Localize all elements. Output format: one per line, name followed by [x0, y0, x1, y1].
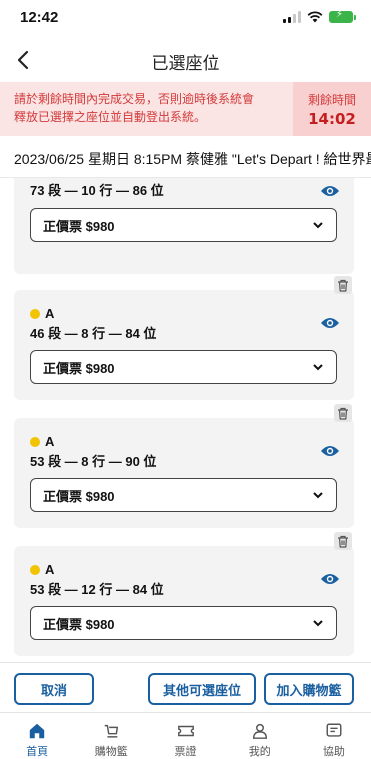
chevron-down-icon [313, 492, 323, 499]
trash-icon [338, 407, 348, 420]
chevron-down-icon [313, 364, 323, 371]
seat-zone: A [30, 562, 54, 577]
ticket-type-select[interactable]: 正價票 $980 [30, 208, 337, 242]
seat-list[interactable]: A 73 段 — 10 行 — 86 位 正價票 $980 A 46 段 — 8… [0, 178, 371, 660]
trash-icon [338, 535, 348, 548]
seat-location: 46 段 — 8 行 — 84 位 [30, 326, 157, 341]
signal-icon [283, 11, 301, 23]
tab-label: 協助 [322, 745, 345, 758]
trash-icon [338, 279, 348, 292]
seat-card: A 53 段 — 8 行 — 90 位 正價票 $980 [14, 404, 354, 528]
ticket-type-select[interactable]: 正價票 $980 [30, 478, 337, 512]
warning-line-2: 釋放已選擇之座位並自動登出系統。 [14, 110, 207, 124]
eye-icon[interactable] [320, 444, 340, 458]
warning-line-1: 請於剩餘時間內完成交易，否則逾時後系統會 [14, 92, 255, 106]
status-icons: ⚡ [283, 9, 356, 23]
seat-zone: A [30, 434, 54, 449]
countdown-timer: 剩餘時間 14:02 [293, 82, 371, 136]
zone-dot-icon [30, 564, 40, 575]
back-arrow-icon[interactable] [12, 48, 36, 72]
ticket-type-value: 正價票 $980 [43, 616, 115, 632]
ticket-type-value: 正價票 $980 [43, 488, 115, 504]
action-bar: 取消 其他可選座位 加入購物籃 [0, 662, 371, 712]
ticket-type-select[interactable]: 正價票 $980 [30, 350, 337, 384]
status-bar: 12:42 ⚡ [0, 0, 371, 34]
tab-tickets[interactable]: 票證 [148, 713, 222, 759]
seat-zone: A [30, 306, 54, 321]
eye-icon[interactable] [320, 184, 340, 198]
seat-location: 73 段 — 10 行 — 86 位 [30, 183, 164, 198]
seat-card: A 46 段 — 8 行 — 84 位 正價票 $980 [14, 276, 354, 400]
ticket-icon [177, 725, 194, 737]
wifi-icon [307, 11, 323, 23]
cancel-button[interactable]: 取消 [14, 673, 94, 705]
tab-profile[interactable]: 我的 [223, 713, 297, 759]
event-info: 2023/06/25 星期日 8:15PM 蔡健雅 "Let's Depart … [0, 136, 371, 178]
status-time: 12:42 [20, 8, 59, 26]
chevron-down-icon [313, 222, 323, 229]
zone-name: A [45, 562, 55, 577]
help-icon [326, 723, 342, 737]
timer-label: 剩餘時間 [307, 92, 356, 107]
chevron-down-icon [313, 620, 323, 627]
delete-seat-button[interactable] [334, 276, 352, 294]
zone-name: A [45, 434, 55, 449]
tab-home[interactable]: 首頁 [0, 713, 74, 759]
tab-label: 票證 [174, 745, 197, 758]
eye-icon[interactable] [320, 572, 340, 586]
cart-icon [104, 724, 119, 738]
battery-icon: ⚡ [329, 9, 356, 23]
tab-label: 購物籃 [94, 745, 128, 758]
timeout-warning-banner: 請於剩餘時間內完成交易，否則逾時後系統會 釋放已選擇之座位並自動登出系統。 剩餘… [0, 82, 371, 136]
timer-value: 14:02 [308, 109, 356, 128]
zone-dot-icon [30, 308, 40, 319]
seat-card: A 73 段 — 10 行 — 86 位 正價票 $980 [14, 178, 354, 274]
seat-location: 53 段 — 12 行 — 84 位 [30, 582, 164, 597]
zone-dot-icon [30, 436, 40, 447]
ticket-type-value: 正價票 $980 [43, 218, 115, 234]
warning-message: 請於剩餘時間內完成交易，否則逾時後系統會 釋放已選擇之座位並自動登出系統。 [0, 82, 293, 136]
seat-card: A 53 段 — 12 行 — 84 位 正價票 $980 [14, 532, 354, 656]
page-title: 已選座位 [151, 53, 220, 74]
tab-label: 首頁 [26, 745, 49, 758]
tab-help[interactable]: 協助 [297, 713, 371, 759]
ticket-type-value: 正價票 $980 [43, 360, 115, 376]
home-icon [29, 723, 45, 739]
delete-seat-button[interactable] [334, 404, 352, 422]
user-icon [252, 723, 267, 739]
add-to-cart-button[interactable]: 加入購物籃 [264, 673, 354, 705]
tab-cart[interactable]: 購物籃 [74, 713, 148, 759]
zone-name: A [45, 306, 55, 321]
eye-icon[interactable] [320, 316, 340, 330]
other-seats-button[interactable]: 其他可選座位 [148, 673, 256, 705]
bottom-tab-bar: 首頁 購物籃 票證 我的 協助 [0, 712, 371, 759]
nav-bar: 已選座位 [0, 42, 371, 80]
ticket-type-select[interactable]: 正價票 $980 [30, 606, 337, 640]
delete-seat-button[interactable] [334, 532, 352, 550]
tab-label: 我的 [248, 745, 271, 758]
seat-location: 53 段 — 8 行 — 90 位 [30, 454, 157, 469]
